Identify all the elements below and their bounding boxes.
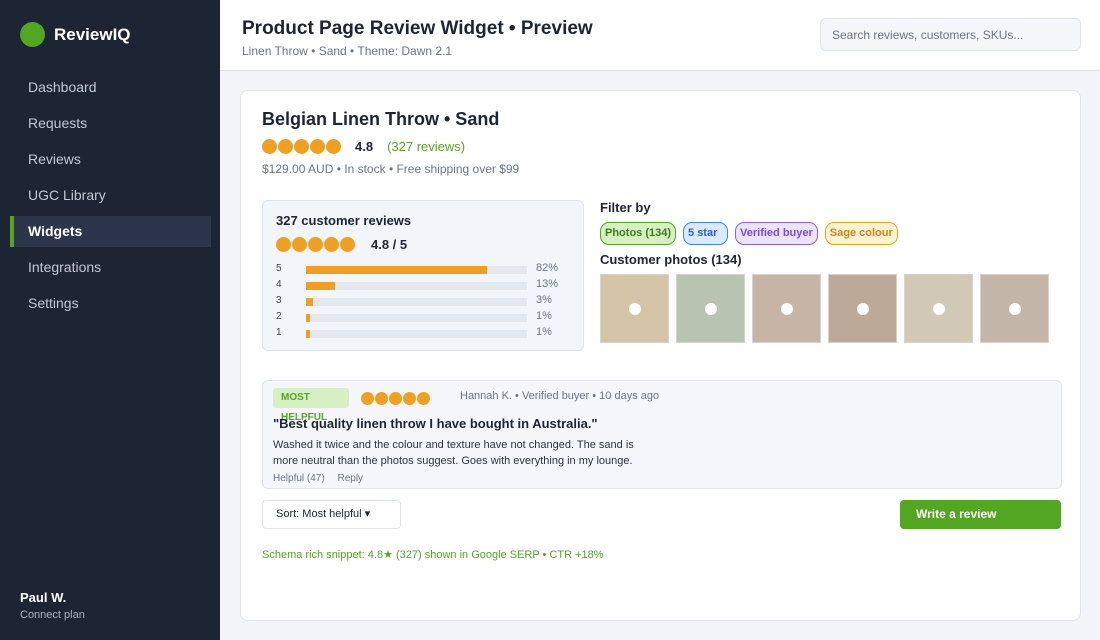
histogram-row-5[interactable]: 5 82% (276, 262, 576, 278)
histogram-row-4[interactable]: 4 13% (276, 278, 576, 294)
sidebar-item-integrations[interactable]: Integrations (10, 252, 211, 283)
breadcrumb: Linen Throw • Sand • Theme: Dawn 2.1 (242, 44, 453, 58)
page-header: Product Page Review Widget • Preview Lin… (220, 0, 1100, 71)
review-star-rating (361, 392, 431, 405)
page-title: Product Page Review Widget • Preview (242, 18, 593, 39)
sidebar: ReviewIQ Dashboard Requests Reviews UGC … (0, 0, 220, 640)
summary-rating: 4.8 / 5 (276, 237, 407, 252)
customer-photo[interactable] (600, 274, 669, 343)
sidebar-nav: Dashboard Requests Reviews UGC Library W… (10, 72, 211, 324)
histogram-fill (306, 298, 313, 306)
sidebar-item-ugc-library[interactable]: UGC Library (10, 180, 211, 211)
histogram-percent: 1% (536, 326, 552, 338)
summary-title: 327 customer reviews (276, 213, 412, 228)
histogram-label: 3 (276, 295, 282, 306)
product-meta: $129.00 AUD • In stock • Free shipping o… (262, 162, 520, 176)
filter-label: Filter by (600, 200, 651, 215)
rating-histogram: 5 82% 4 13% 3 3% 2 1% 1 1% (276, 262, 576, 342)
histogram-fill (306, 314, 311, 322)
user-name: Paul W. (20, 590, 67, 605)
app-name: ReviewIQ (54, 24, 131, 44)
logo-icon (20, 22, 45, 47)
filter-chip-verified-buyer[interactable]: Verified buyer (735, 222, 818, 245)
helpful-button[interactable]: Helpful (47) (273, 473, 325, 484)
histogram-track (306, 314, 527, 322)
product-title: Belgian Linen Throw • Sand (262, 109, 500, 129)
customer-photo[interactable] (752, 274, 821, 343)
review-actions: Helpful (47) Reply (273, 473, 373, 484)
histogram-track (306, 266, 527, 274)
star-rating (262, 139, 342, 154)
histogram-fill (306, 330, 311, 338)
star-icon (294, 139, 309, 154)
star-icon (276, 237, 291, 252)
customer-photo[interactable] (904, 274, 973, 343)
sidebar-item-dashboard[interactable]: Dashboard (10, 72, 211, 103)
filter-chip-photos[interactable]: Photos (134) (600, 222, 677, 245)
star-icon (278, 139, 293, 154)
customer-photos-label: Customer photos (134) (600, 252, 742, 267)
star-icon (361, 392, 374, 405)
histogram-label: 2 (276, 311, 282, 322)
filter-chip-5-star[interactable]: 5 star (683, 222, 729, 245)
star-icon (403, 392, 416, 405)
review-body: Washed it twice and the colour and textu… (273, 439, 634, 467)
rating-summary: 327 customer reviews 4.8 / 5 5 82% 4 13%… (262, 200, 584, 351)
histogram-track (306, 298, 527, 306)
sidebar-item-requests[interactable]: Requests (10, 108, 211, 139)
histogram-percent: 13% (536, 278, 559, 290)
star-icon (310, 139, 325, 154)
review-title: "Best quality linen throw I have bought … (273, 416, 598, 431)
star-icon (326, 139, 341, 154)
star-icon (417, 392, 430, 405)
histogram-percent: 3% (536, 294, 552, 306)
summary-rating-value: 4.8 / 5 (371, 237, 408, 252)
histogram-percent: 1% (536, 310, 552, 322)
review-count-link[interactable]: (327 reviews) (387, 139, 465, 154)
filter-chip-sage-colour[interactable]: Sage colour (824, 222, 898, 245)
star-icon (375, 392, 388, 405)
product-rating: 4.8 (327 reviews) (262, 139, 465, 154)
star-icon (308, 237, 323, 252)
histogram-label: 4 (276, 279, 282, 290)
histogram-track (306, 282, 527, 290)
search-input[interactable] (820, 18, 1081, 51)
customer-photos-grid (600, 274, 1056, 343)
customer-photo[interactable] (828, 274, 897, 343)
write-review-button[interactable]: Write a review (900, 500, 1061, 529)
reply-button[interactable]: Reply (337, 473, 363, 484)
histogram-percent: 82% (536, 262, 559, 274)
histogram-row-2[interactable]: 2 1% (276, 310, 576, 326)
star-icon (389, 392, 402, 405)
star-icon (324, 237, 339, 252)
reviewer-meta: Hannah K. • Verified buyer • 10 days ago (460, 390, 660, 402)
sidebar-item-settings[interactable]: Settings (10, 288, 211, 319)
histogram-row-3[interactable]: 3 3% (276, 294, 576, 310)
featured-review: MOST HELPFUL Hannah K. • Verified buyer … (262, 380, 1062, 489)
customer-photo[interactable] (980, 274, 1049, 343)
filter-chips: Photos (134) 5 star Verified buyer Sage … (600, 222, 905, 245)
sidebar-item-reviews[interactable]: Reviews (10, 144, 211, 175)
histogram-row-1[interactable]: 1 1% (276, 326, 576, 342)
histogram-label: 5 (276, 263, 282, 274)
sort-dropdown[interactable]: Sort: Most helpful ▾ (262, 500, 401, 529)
sidebar-item-widgets[interactable]: Widgets (10, 216, 211, 247)
histogram-label: 1 (276, 327, 282, 338)
schema-snippet-note: Schema rich snippet: 4.8★ (327) shown in… (262, 549, 604, 561)
star-icon (262, 139, 277, 154)
user-profile[interactable]: Paul W. Connect plan (20, 590, 85, 621)
brand[interactable]: ReviewIQ (20, 22, 131, 47)
rating-value: 4.8 (355, 139, 374, 154)
user-plan: Connect plan (20, 609, 85, 621)
most-helpful-badge: MOST HELPFUL (273, 388, 349, 423)
histogram-track (306, 330, 527, 338)
star-icon (340, 237, 355, 252)
customer-photo[interactable] (676, 274, 745, 343)
histogram-fill (306, 282, 335, 290)
widget-preview-card: Belgian Linen Throw • Sand 4.8 (327 revi… (240, 90, 1081, 621)
histogram-fill (306, 266, 488, 274)
star-icon (292, 237, 307, 252)
